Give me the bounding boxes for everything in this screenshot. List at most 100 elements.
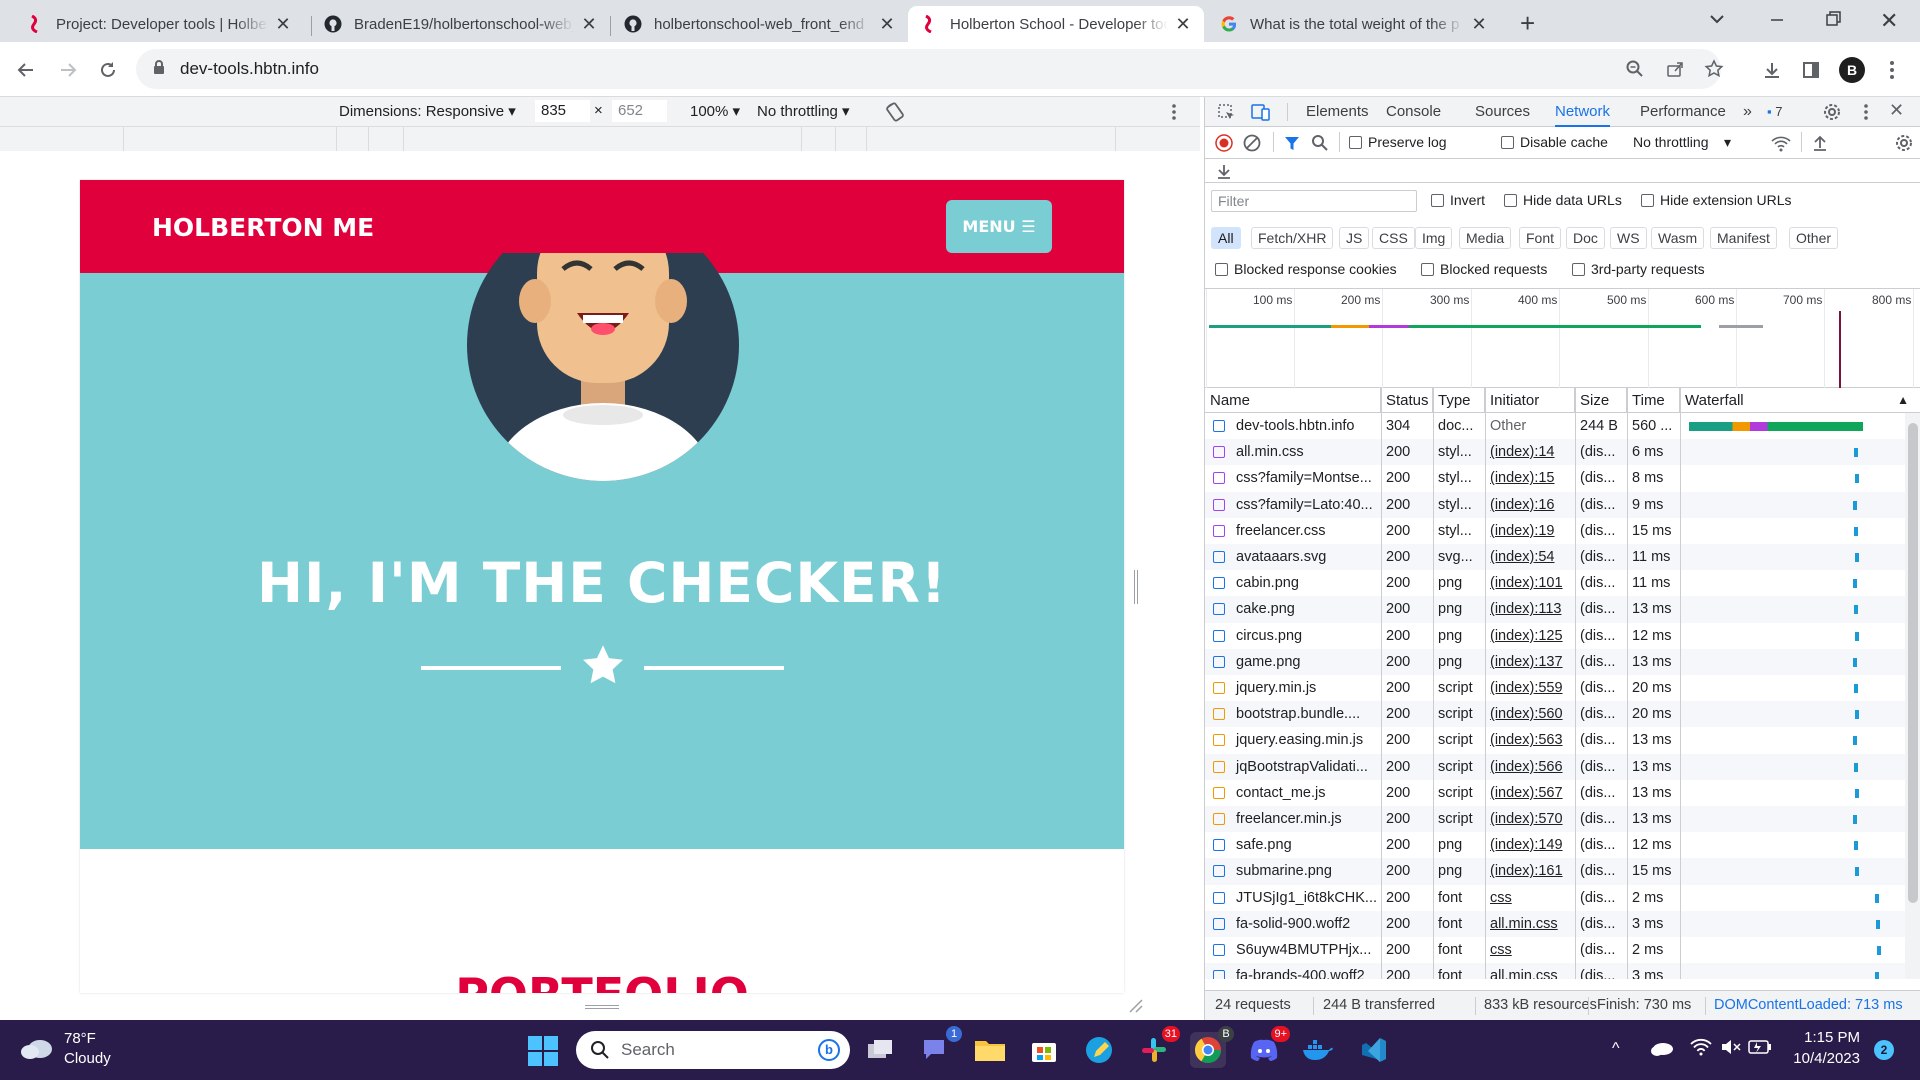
restore-icon[interactable] xyxy=(1824,10,1842,32)
scrollbar-thumb[interactable] xyxy=(1908,423,1918,903)
tab-network[interactable]: Network xyxy=(1555,97,1611,127)
more-menu-icon[interactable] xyxy=(1878,56,1906,84)
zoom-dropdown[interactable]: 100% ▾ xyxy=(690,102,740,120)
vscode-icon[interactable] xyxy=(1356,1032,1392,1068)
media-query-bar[interactable] xyxy=(0,127,1200,151)
col-waterfall[interactable]: Waterfall ▲ xyxy=(1680,388,1920,413)
request-initiator[interactable]: (index):566 xyxy=(1485,754,1575,780)
request-initiator[interactable]: all.min.css xyxy=(1485,963,1575,979)
request-initiator[interactable]: (index):101 xyxy=(1485,570,1575,596)
filter-all[interactable]: All xyxy=(1211,227,1241,249)
clock-date[interactable]: 10/4/2023 xyxy=(1784,1050,1860,1067)
task-view-icon[interactable] xyxy=(862,1032,898,1068)
taskbar-search-box[interactable]: Search b xyxy=(576,1031,850,1069)
inspect-element-icon[interactable] xyxy=(1217,103,1235,124)
filter-manifest[interactable]: Manifest xyxy=(1710,227,1777,249)
table-row[interactable]: cabin.png 200 png (index):101 (dis... 11 ms xyxy=(1205,570,1905,596)
record-icon[interactable] xyxy=(1215,134,1233,155)
preserve-log-checkbox[interactable]: Preserve log xyxy=(1349,134,1447,150)
windows-start-icon[interactable] xyxy=(528,1036,558,1070)
hide-data-urls-checkbox[interactable]: Hide data URLs xyxy=(1504,192,1622,208)
request-initiator[interactable]: (index):16 xyxy=(1485,492,1575,518)
table-row[interactable]: css?family=Montse... 200 styl... (index):15… xyxy=(1205,465,1905,491)
table-row[interactable]: jquery.min.js 200 script (index):559 (dis...… xyxy=(1205,675,1905,701)
lock-icon[interactable] xyxy=(152,59,166,79)
slack-icon[interactable]: 31 xyxy=(1136,1026,1180,1068)
filter-input[interactable]: Filter xyxy=(1211,190,1417,212)
filter-wasm[interactable]: Wasm xyxy=(1651,227,1705,249)
table-row[interactable]: dev-tools.hbtn.info 304 doc... Other 244 B 56… xyxy=(1205,413,1905,439)
filter-funnel-icon[interactable] xyxy=(1283,134,1301,155)
col-type[interactable]: Type xyxy=(1433,388,1485,413)
import-har-icon[interactable] xyxy=(1811,134,1829,155)
blocked-requests-checkbox[interactable]: Blocked requests xyxy=(1421,261,1547,277)
onedrive-icon[interactable] xyxy=(1650,1040,1674,1060)
network-conditions-icon[interactable] xyxy=(1771,134,1791,155)
close-tab-icon[interactable]: ✕ xyxy=(1470,14,1488,35)
battery-icon[interactable] xyxy=(1748,1039,1772,1059)
device-toggle-icon[interactable] xyxy=(1251,103,1271,124)
table-row[interactable]: JTUSjIg1_i6t8kCHK... 200 font css (dis... 2 m… xyxy=(1205,885,1905,911)
close-tab-icon[interactable]: ✕ xyxy=(580,14,598,35)
col-name[interactable]: Name xyxy=(1205,388,1381,413)
teams-chat-icon[interactable]: 1 xyxy=(918,1026,962,1068)
download-icon[interactable] xyxy=(1758,56,1786,84)
request-initiator[interactable]: (index):125 xyxy=(1485,623,1575,649)
table-row[interactable]: safe.png 200 png (index):149 (dis... 12 ms xyxy=(1205,832,1905,858)
filter-font[interactable]: Font xyxy=(1519,227,1562,249)
notification-count[interactable]: 2 xyxy=(1874,1040,1894,1060)
reload-icon[interactable] xyxy=(94,56,122,84)
filter-img[interactable]: Img xyxy=(1415,227,1453,249)
col-time[interactable]: Time xyxy=(1627,388,1680,413)
issues-counter[interactable]: ▪ 7 xyxy=(1767,97,1782,127)
zoom-icon[interactable] xyxy=(1626,60,1644,82)
volume-muted-icon[interactable] xyxy=(1720,1038,1742,1060)
browser-tab[interactable]: BradenE19/holbertonschool-web_front_end … xyxy=(312,6,610,42)
request-initiator[interactable]: (index):137 xyxy=(1485,649,1575,675)
request-initiator[interactable]: (index):560 xyxy=(1485,701,1575,727)
request-initiator[interactable]: (index):14 xyxy=(1485,439,1575,465)
tab-elements[interactable]: Elements xyxy=(1306,97,1369,127)
col-status[interactable]: Status xyxy=(1381,388,1433,413)
network-settings-icon[interactable] xyxy=(1895,134,1913,155)
request-initiator[interactable]: (index):113 xyxy=(1485,596,1575,622)
request-initiator[interactable]: (index):54 xyxy=(1485,544,1575,570)
blocked-cookies-checkbox[interactable]: Blocked response cookies xyxy=(1215,261,1397,277)
profile-avatar[interactable]: B xyxy=(1839,57,1865,83)
col-size[interactable]: Size xyxy=(1575,388,1627,413)
table-row[interactable]: contact_me.js 200 script (index):567 (dis...… xyxy=(1205,780,1905,806)
clear-icon[interactable] xyxy=(1243,134,1261,155)
request-initiator[interactable]: (index):570 xyxy=(1485,806,1575,832)
resize-corner-icon[interactable] xyxy=(1128,998,1144,1018)
width-input[interactable]: 835 xyxy=(535,100,590,122)
browser-tab[interactable]: holbertonschool-web_front_end ✕ xyxy=(612,6,908,42)
table-row[interactable]: freelancer.min.js 200 script (index):570 (di… xyxy=(1205,806,1905,833)
filter-css[interactable]: CSS xyxy=(1372,227,1415,249)
rotate-icon[interactable] xyxy=(884,101,906,127)
device-more-icon[interactable] xyxy=(1171,103,1177,125)
table-row[interactable]: avataaars.svg 200 svg... (index):54 (dis... 1… xyxy=(1205,544,1905,571)
filter-ws[interactable]: WS xyxy=(1610,227,1647,249)
disable-cache-checkbox[interactable]: Disable cache xyxy=(1501,134,1608,150)
search-icon[interactable] xyxy=(1311,134,1329,155)
export-har-icon[interactable] xyxy=(1215,162,1233,183)
settings-gear-icon[interactable] xyxy=(1823,103,1841,124)
discord-icon[interactable]: 9+ xyxy=(1246,1026,1290,1068)
table-row[interactable]: freelancer.css 200 styl... (index):19 (dis..… xyxy=(1205,518,1905,544)
table-row[interactable]: submarine.png 200 png (index):161 (dis... 15 … xyxy=(1205,858,1905,885)
file-explorer-icon[interactable] xyxy=(972,1032,1008,1068)
filter-media[interactable]: Media xyxy=(1459,227,1512,249)
close-window-icon[interactable]: ✕ xyxy=(1880,8,1898,34)
invert-checkbox[interactable]: Invert xyxy=(1431,192,1485,208)
filter-js[interactable]: JS xyxy=(1339,227,1370,249)
menu-button[interactable]: MENU ☰ xyxy=(946,200,1052,253)
bookmark-star-icon[interactable] xyxy=(1704,59,1724,83)
requests-scrollbar[interactable] xyxy=(1905,413,1920,979)
site-brand[interactable]: HOLBERTON ME xyxy=(152,213,374,242)
wifi-icon[interactable] xyxy=(1690,1038,1712,1060)
forward-icon[interactable] xyxy=(54,56,82,84)
clock-time[interactable]: 1:15 PM xyxy=(1800,1029,1860,1046)
filter-other[interactable]: Other xyxy=(1789,227,1839,249)
close-devtools-icon[interactable]: ✕ xyxy=(1889,100,1904,121)
network-throttle-dropdown[interactable]: No throttling ▾ xyxy=(1633,134,1731,151)
